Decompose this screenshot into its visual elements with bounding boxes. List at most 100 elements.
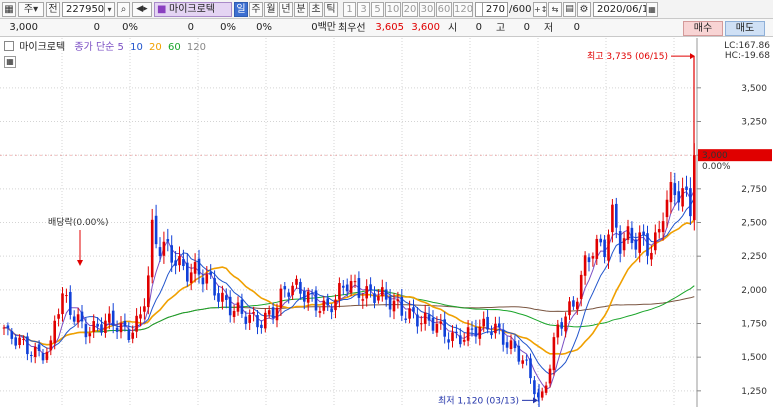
candle (611, 198, 614, 243)
candle-body (642, 231, 645, 236)
candle-body (45, 351, 49, 360)
candle-body (119, 323, 123, 333)
chart-menu-icon[interactable]: ▦ (2, 2, 16, 17)
candle (642, 224, 645, 246)
count-total: /600 (509, 4, 532, 15)
candle (357, 271, 361, 306)
candle (127, 322, 131, 343)
candle-body (583, 255, 587, 276)
count-input[interactable]: 270 (482, 2, 508, 17)
price-chart-svg: 3,500 3,250 3,000 2,750 2,500 2,250 2,000 1,750… (0, 38, 772, 409)
stock-name-field[interactable]: ■ 마이크로텍 (154, 2, 232, 17)
candle-body (88, 333, 92, 337)
candle (447, 332, 450, 350)
candle (123, 313, 127, 332)
candle (150, 208, 154, 284)
candle-body (65, 295, 68, 297)
candle-body (57, 314, 60, 319)
period-select[interactable]: 주▾ (18, 2, 44, 17)
candle-body (240, 299, 244, 314)
candle-body (322, 300, 326, 311)
scroll-icon[interactable]: ⇆ (548, 2, 562, 17)
candle-body (599, 238, 602, 243)
tab-tick[interactable]: 틱 (324, 2, 338, 17)
save-icon[interactable]: ▤ (563, 2, 576, 17)
tab-second[interactable]: 초 (309, 2, 323, 17)
calendar-icon[interactable]: ▦ (646, 2, 658, 17)
y-tick-label-0: 3,500 (741, 84, 767, 94)
candle (174, 251, 177, 275)
interval-5[interactable]: 5 (371, 2, 384, 17)
candle-body (388, 296, 392, 310)
price-chart[interactable]: 3,500 3,250 3,000 2,750 2,500 2,250 2,000 1,750… (0, 38, 773, 409)
tab-week[interactable]: 주 (249, 2, 263, 17)
tab-day[interactable]: 일 (234, 2, 248, 17)
candle-body (6, 325, 10, 329)
stock-nav-icon[interactable]: ◀▸ (132, 2, 152, 17)
interval-3[interactable]: 3 (357, 2, 370, 17)
candle-body (26, 336, 29, 355)
settings-icon[interactable]: ⚙ (577, 2, 591, 17)
candle (412, 299, 415, 319)
candle-body (108, 313, 111, 323)
ma120-line (3, 296, 695, 346)
candle-body (256, 314, 259, 328)
candle (100, 317, 103, 336)
interval-20[interactable]: 20 (402, 2, 418, 17)
candle-body (381, 287, 384, 297)
candle-body (529, 358, 532, 379)
candle (76, 307, 80, 328)
candle-body (455, 331, 458, 333)
buy-button[interactable]: 매수 (683, 21, 723, 36)
interval-10[interactable]: 10 (385, 2, 401, 17)
sell-button[interactable]: 매도 (725, 21, 765, 36)
dividend-annotation: 배당락(0.00%) (48, 216, 108, 228)
candle (505, 336, 509, 355)
candle (279, 284, 283, 316)
candle-body (182, 259, 185, 267)
legend-table-icon[interactable]: ▦ (4, 56, 16, 68)
tab-year[interactable]: 년 (279, 2, 293, 17)
candle (540, 387, 544, 401)
search-icon[interactable]: ⌕ (117, 2, 130, 17)
candle-body (689, 188, 692, 217)
candle-body (61, 293, 64, 315)
interval-60[interactable]: 60 (436, 2, 452, 17)
candle-body (544, 385, 548, 393)
tab-minute[interactable]: 분 (294, 2, 308, 17)
open-value: 0 (475, 22, 482, 33)
candle (462, 332, 466, 346)
zoom-icon[interactable]: +↕ (533, 2, 547, 17)
candle (416, 307, 419, 334)
interval-120[interactable]: 120 (453, 2, 473, 17)
interval-30[interactable]: 30 (419, 2, 435, 17)
candle (119, 315, 123, 339)
candle (248, 309, 251, 330)
market-select[interactable]: 전 (46, 2, 60, 17)
candle (572, 296, 575, 311)
y-tick-label-3: 2,750 (741, 185, 767, 195)
candle (607, 229, 610, 269)
candle-body (416, 314, 419, 327)
quote-value-2: 0% (220, 22, 236, 33)
interval-1[interactable]: 1 (343, 2, 356, 17)
ma20-line (3, 219, 695, 356)
candle-body (334, 299, 337, 311)
code-dropdown-icon[interactable]: ▾ (104, 2, 115, 17)
candle-body (513, 341, 517, 349)
candle (186, 253, 189, 287)
candle (544, 381, 548, 396)
candle-body (470, 328, 474, 330)
candle (334, 294, 337, 319)
candle-body (18, 337, 21, 346)
candle-body (431, 317, 435, 331)
y-tick-label-6: 2,000 (741, 286, 767, 296)
candle-body (217, 293, 220, 302)
candle-body (474, 327, 478, 337)
candle (314, 286, 318, 318)
main-toolbar: ▦ 주▾ 전 227950 ▾ ⌕ ◀▸ ■ 마이크로텍 일 주 월 년 분 초… (0, 0, 773, 19)
tab-month[interactable]: 월 (264, 2, 278, 17)
candle (143, 298, 146, 320)
high-label: 고 (496, 23, 506, 34)
candle-body (248, 314, 251, 323)
